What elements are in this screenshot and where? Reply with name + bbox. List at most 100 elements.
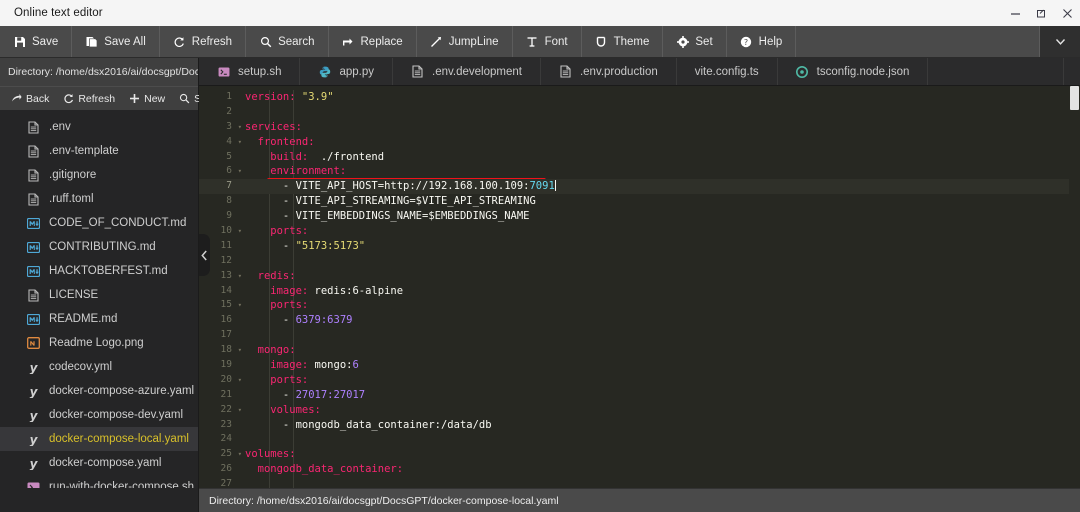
maximize-icon[interactable] [1028, 0, 1054, 26]
file-list-item[interactable]: README.md [0, 307, 198, 331]
file-name-label: docker-compose-local.yaml [49, 433, 189, 445]
file-list-item[interactable]: .ruff.toml [0, 187, 198, 211]
code-line[interactable]: - VITE_EMBEDDINGS_NAME=$EMBEDDINGS_NAME [235, 209, 1080, 224]
code-token: mongodb_data_container: [245, 463, 403, 475]
shell-icon [217, 65, 230, 78]
code-line[interactable]: frontend: [235, 135, 1080, 150]
scrollbar-thumb[interactable] [1070, 86, 1079, 110]
file-list-item[interactable]: .env [0, 115, 198, 139]
chevron-down-icon[interactable] [1040, 26, 1080, 57]
code-line[interactable]: - 27017:27017 [235, 388, 1080, 403]
file-list-item[interactable]: Readme Logo.png [0, 331, 198, 355]
code-line[interactable]: mongodb_data_container: [235, 462, 1080, 477]
editor-tab[interactable]: .env.development [393, 58, 541, 85]
sidebar-back-button[interactable]: Back [4, 87, 56, 111]
toolbar-refresh-button[interactable]: Refresh [160, 26, 246, 57]
code-line[interactable] [235, 328, 1080, 343]
line-number: 7 [199, 179, 235, 194]
file-list-item[interactable]: ydocker-compose-dev.yaml [0, 403, 198, 427]
code-line[interactable]: - mongodb_data_container:/data/db [235, 418, 1080, 433]
window-body: Directory: /home/dsx2016/ai/docsgpt/Doc.… [0, 58, 1080, 512]
line-number: 14 [199, 284, 235, 299]
editor-tab-bar[interactable]: setup.sh app.py .env.development .env.produ… [199, 58, 1080, 86]
file-list-item[interactable]: HACKTOBERFEST.md [0, 259, 198, 283]
line-number: 3▾ [199, 120, 235, 135]
code-line[interactable]: version: "3.9" [235, 90, 1080, 105]
code-line[interactable]: - VITE_API_STREAMING=$VITE_API_STREAMING [235, 194, 1080, 209]
code-line[interactable]: redis: [235, 269, 1080, 284]
code-editor[interactable]: version: "3.9" services: frontend: build:… [235, 86, 1080, 488]
code-line[interactable] [235, 254, 1080, 269]
sidebar-refresh-button[interactable]: Refresh [56, 87, 122, 111]
code-line[interactable]: environment: [235, 164, 1080, 179]
code-line[interactable]: build: ./frontend [235, 150, 1080, 165]
editor-tab-label: app.py [339, 66, 374, 78]
file-list[interactable]: .env.env-template.gitignore.ruff.tomlCOD… [0, 110, 198, 488]
file-list-item[interactable]: ydocker-compose-azure.yaml [0, 379, 198, 403]
yaml-icon: y [27, 385, 40, 398]
code-token: volumes: [245, 404, 321, 416]
code-token: - [245, 419, 296, 431]
code-line[interactable]: ports: [235, 298, 1080, 313]
toolbar-jumpline-button[interactable]: JumpLine [417, 26, 513, 57]
code-line[interactable]: mongo: [235, 343, 1080, 358]
code-line[interactable]: volumes: [235, 447, 1080, 462]
yaml-type-icon: y [27, 456, 40, 470]
file-list-item[interactable]: ydocker-compose.yaml [0, 451, 198, 475]
toolbar-replace-button[interactable]: Replace [329, 26, 417, 57]
sidebar-footer [0, 488, 198, 512]
code-line[interactable] [235, 105, 1080, 120]
file-name-label: LICENSE [49, 289, 98, 301]
editor-tab[interactable]: app.py [300, 58, 393, 85]
toolbar-search-button[interactable]: Search [246, 26, 328, 57]
code-token: 6 [352, 359, 358, 371]
file-list-item[interactable]: CODE_OF_CONDUCT.md [0, 211, 198, 235]
file-list-item[interactable]: .env-template [0, 139, 198, 163]
line-number: 20▾ [199, 373, 235, 388]
toolbar-help-button[interactable]: ? Help [727, 26, 797, 57]
code-line[interactable]: volumes: [235, 403, 1080, 418]
file-list-item[interactable]: ydocker-compose-local.yaml [0, 427, 198, 451]
toolbar-theme-button[interactable]: Theme [582, 26, 664, 57]
code-line[interactable]: ports: [235, 224, 1080, 239]
code-line[interactable]: image: redis:6-alpine [235, 284, 1080, 299]
status-bar-text: Directory: /home/dsx2016/ai/docsgpt/Docs… [209, 495, 559, 507]
line-number-gutter: 123▾4▾56▾78910▾111213▾1415▾161718▾1920▾2… [199, 86, 235, 488]
image-type-icon [27, 336, 40, 350]
toolbar-save-button[interactable]: Save [0, 26, 72, 57]
markdown-type-icon [27, 264, 40, 278]
editor-window: Online text editor [0, 0, 1080, 512]
editor-scrollbar[interactable] [1069, 86, 1080, 488]
code-line[interactable] [235, 432, 1080, 447]
code-token: redis: [245, 270, 296, 282]
toolbar-font-button[interactable]: Font [513, 26, 582, 57]
sidebar-new-button[interactable]: New [122, 87, 172, 111]
editor-tab[interactable]: vite.config.ts [677, 58, 778, 85]
code-line[interactable]: - "5173:5173" [235, 239, 1080, 254]
yaml-type-icon: y [27, 360, 40, 374]
code-line[interactable]: - 6379:6379 [235, 313, 1080, 328]
toolbar-set-button[interactable]: Set [663, 26, 726, 57]
file-list-item[interactable]: run-with-docker-compose.sh [0, 475, 198, 488]
line-number: 4▾ [199, 135, 235, 150]
editor-tab[interactable]: setup.sh [199, 58, 300, 85]
close-icon[interactable] [1054, 0, 1080, 26]
minimize-icon[interactable] [1002, 0, 1028, 26]
code-line[interactable]: image: mongo:6 [235, 358, 1080, 373]
help-icon: ? [740, 35, 753, 48]
file-list-item[interactable]: y codecov.yml [0, 355, 198, 379]
editor-tab-label: .env.production [580, 66, 658, 78]
sidebar-collapse-handle[interactable] [199, 234, 210, 276]
code-line[interactable]: ports: [235, 373, 1080, 388]
file-list-item[interactable]: .gitignore [0, 163, 198, 187]
code-line[interactable] [235, 477, 1080, 488]
file-name-label: codecov.yml [49, 361, 112, 373]
file-list-item[interactable]: CONTRIBUTING.md [0, 235, 198, 259]
sidebar-action-label: Refresh [78, 93, 115, 105]
editor-tab[interactable]: tsconfig.node.json [778, 58, 929, 85]
code-line[interactable]: services: [235, 120, 1080, 135]
code-line[interactable]: - VITE_API_HOST=http://192.168.100.109:7… [235, 179, 1080, 194]
file-list-item[interactable]: LICENSE [0, 283, 198, 307]
toolbar-save-all-button[interactable]: Save All [72, 26, 160, 57]
editor-tab[interactable]: .env.production [541, 58, 677, 85]
